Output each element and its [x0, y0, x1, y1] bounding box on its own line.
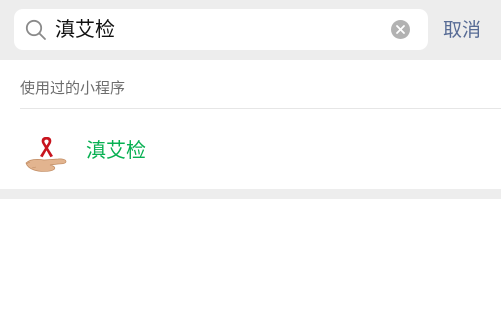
list-item[interactable]: 滇艾检 [0, 109, 501, 189]
section-title: 使用过的小程序 [20, 79, 126, 97]
empty-content-area [0, 199, 501, 327]
list-item-label: 滇艾检 [86, 138, 146, 162]
cancel-button[interactable]: 取消 [443, 13, 487, 47]
search-box[interactable] [14, 9, 428, 50]
clear-icon[interactable] [391, 20, 410, 39]
search-page: 取消 使用过的小程序 滇艾检 [0, 0, 501, 327]
search-header: 取消 [0, 0, 501, 60]
search-icon [25, 19, 46, 40]
red-ribbon-hand-icon [25, 137, 67, 172]
search-input[interactable] [55, 9, 385, 50]
recent-section-header: 使用过的小程序 [0, 60, 501, 109]
section-separator [0, 189, 501, 199]
